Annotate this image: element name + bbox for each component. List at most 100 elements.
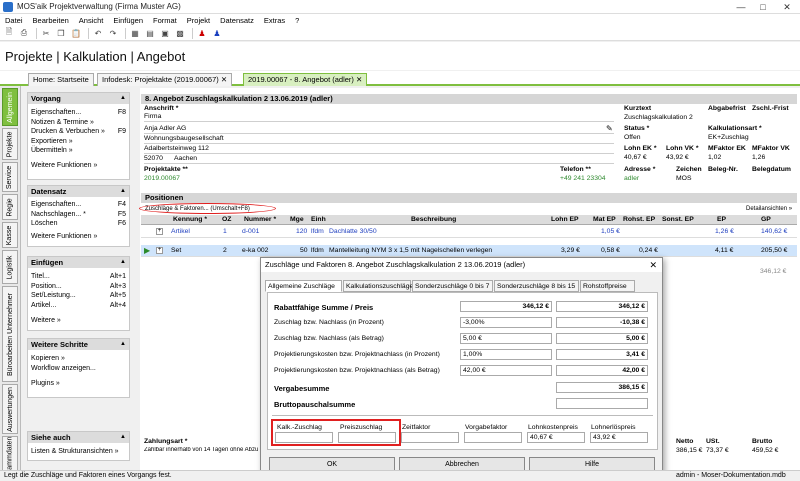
sidebar-item[interactable]: Drucken & Verbuchen » F9 [28,127,129,137]
vtab-bueroarbeiten[interactable]: Büroarbeiten Unternehmer [2,286,18,382]
projekt-prozent-input[interactable]: 1,00% [460,349,552,360]
projekt-betrag-input[interactable]: 42,00 € [460,365,552,376]
bruttopauschal-input[interactable] [556,398,648,409]
table-row[interactable]: + Artikel 1 d-001 120 lfdm Dachlatte 30/… [141,226,797,238]
user-red-icon[interactable]: ♟ [196,28,208,39]
col-einh[interactable]: Einh [311,215,326,225]
sidebar-item[interactable]: Artikel... Alt+4 [28,301,129,311]
projektakte-field[interactable]: 2019.00067 [144,175,180,182]
menu-format[interactable]: Format [153,16,177,25]
close-icon[interactable]: ✕ [776,0,798,14]
mf-ek-field[interactable]: 1,02 [708,154,721,161]
anschrift-line[interactable]: Adalbertsteinweg 112 [144,145,209,152]
vtab-service[interactable]: Service [2,162,18,192]
paste-icon[interactable]: 📋 [70,28,82,39]
menu-bearbeiten[interactable]: Bearbeiten [33,16,69,25]
kalkart-field[interactable]: EK+Zuschlag [708,134,749,141]
menu-einfuegen[interactable]: Einfügen [113,16,143,25]
collapse-icon[interactable]: ▲ [120,93,126,104]
redo-icon[interactable]: ↷ [107,28,119,39]
anschrift-line[interactable]: Wohnungsbaugesellschaft [144,135,224,142]
col-lohn-ep[interactable]: Lohn EP [551,215,579,225]
copy-icon[interactable]: ❐ [55,28,67,39]
col-mge[interactable]: Mge [290,215,304,225]
close-tab-icon[interactable]: ✕ [356,75,362,84]
menu-help[interactable]: ? [295,16,299,25]
tab-allgemeine-zuschlaege[interactable]: Allgemeine Zuschläge [265,280,342,292]
menu-projekt[interactable]: Projekt [187,16,210,25]
collapse-icon[interactable]: ▲ [120,257,126,268]
close-tab-icon[interactable]: ✕ [221,75,227,84]
sidebar-more[interactable]: Weitere Funktionen » [28,161,129,171]
lohnerloespreis-input[interactable]: 43,92 € [590,432,648,443]
tab-infodesk[interactable]: Infodesk: Projektakte (2019.00067) ✕ [97,73,233,86]
user-blue-icon[interactable]: ♟ [211,28,223,39]
tab-kalkulationszuschlaege[interactable]: Kalkulationszuschläge [343,280,413,292]
menu-extras[interactable]: Extras [264,16,285,25]
menu-datensatz[interactable]: Datensatz [220,16,254,25]
sidebar-item[interactable]: Eigenschaften... F4 [28,200,129,210]
kurztext-field[interactable]: Zuschlagskalkulation 2 [624,114,693,121]
vtab-logistik[interactable]: Logistik [2,250,18,284]
edit-address-icon[interactable]: ✎ [606,124,613,133]
maximize-icon[interactable]: □ [752,0,774,14]
col-rohst-ep[interactable]: Rohst. EP [623,215,655,225]
tab-rohstoffpreise[interactable]: Rohstoffpreise [580,280,635,292]
cut-icon[interactable]: ✂ [40,28,52,39]
grid-icon[interactable]: ▦ [129,28,141,39]
vtab-regie[interactable]: Regie [2,194,18,220]
close-icon[interactable]: ✕ [649,258,657,272]
telefon-field[interactable]: +49 241 23304 [560,175,606,182]
sidebar-more[interactable]: Weitere » [28,316,129,326]
expand-icon[interactable]: + [156,247,163,254]
new-icon[interactable]: 🗎 [3,27,15,39]
col-oz[interactable]: OZ [222,215,231,225]
status-field[interactable]: Offen [624,134,641,141]
lohn-vk-field[interactable]: 43,92 € [666,154,689,161]
sidebar-item[interactable]: Listen & Strukturansichten » [28,447,129,457]
sidebar-item[interactable]: Kopieren » [28,354,129,364]
calendar-icon[interactable]: ▩ [174,28,186,39]
sidebar-item[interactable]: Löschen F6 [28,219,129,229]
col-gp[interactable]: GP [761,215,771,225]
col-sonst-ep[interactable]: Sonst. EP [662,215,694,225]
col-beschreibung[interactable]: Beschreibung [411,215,456,225]
adresse-field[interactable]: adler [624,175,639,182]
tab-sonderzuschlaege-8-15[interactable]: Sonderzuschläge 8 bis 15 [494,280,579,292]
sidebar-item[interactable]: Set/Leistung... Alt+5 [28,291,129,301]
col-nummer[interactable]: Nummer * [244,215,276,225]
sidebar-item[interactable]: Notizen & Termine » [28,118,129,128]
vorgabefaktor-input[interactable] [464,432,522,443]
table-icon[interactable]: ▤ [144,28,156,39]
zahlungsart-field[interactable]: Zahlbar innerhalb von 14 Tagen ohne Abzu… [144,447,258,453]
tab-home[interactable]: Home: Startseite [28,73,94,86]
sidebar-item[interactable]: Übermitteln » [28,146,129,156]
col-kennung[interactable]: Kennung * [173,215,207,225]
zeichen-field[interactable]: MOS [676,175,691,182]
vtab-projekte[interactable]: Projekte [2,128,18,160]
collapse-icon[interactable]: ▲ [120,186,126,197]
ort-field[interactable]: Aachen [174,155,197,162]
sidebar-item[interactable]: Titel... Alt+1 [28,272,129,282]
expand-icon[interactable]: + [156,228,163,235]
tab-sonderzuschlaege-0-7[interactable]: Sonderzuschläge 0 bis 7 [412,280,493,292]
vtab-auswertungen[interactable]: Auswertungen [2,384,18,434]
collapse-icon[interactable]: ▲ [120,339,126,350]
sidebar-item[interactable]: Eigenschaften... F8 [28,108,129,118]
window-icon[interactable]: ▣ [159,28,171,39]
menu-ansicht[interactable]: Ansicht [79,16,104,25]
sidebar-item[interactable]: Workflow anzeigen... [28,364,129,374]
print-icon[interactable]: ⎙ [18,28,30,39]
zeitfaktor-input[interactable] [401,432,459,443]
mf-vk-field[interactable]: 1,26 [752,154,765,161]
tab-angebot[interactable]: 2019.00067 - 8. Angebot (adler) ✕ [243,73,368,86]
collapse-icon[interactable]: ▲ [120,432,126,443]
lohn-ek-field[interactable]: 40,67 € [624,154,647,161]
zuschlag-betrag-input[interactable]: 5,00 € [460,333,552,344]
table-row-selected[interactable]: ▶ + Set 2 e-ka 002 50 lfdm Mantelleitung… [141,245,797,257]
undo-icon[interactable]: ↶ [92,28,104,39]
vtab-kasse[interactable]: Kasse [2,222,18,248]
sidebar-more[interactable]: Weitere Funktionen » [28,232,129,242]
col-mat-ep[interactable]: Mat EP [593,215,616,225]
zuschlag-prozent-input[interactable]: -3,00% [460,317,552,328]
